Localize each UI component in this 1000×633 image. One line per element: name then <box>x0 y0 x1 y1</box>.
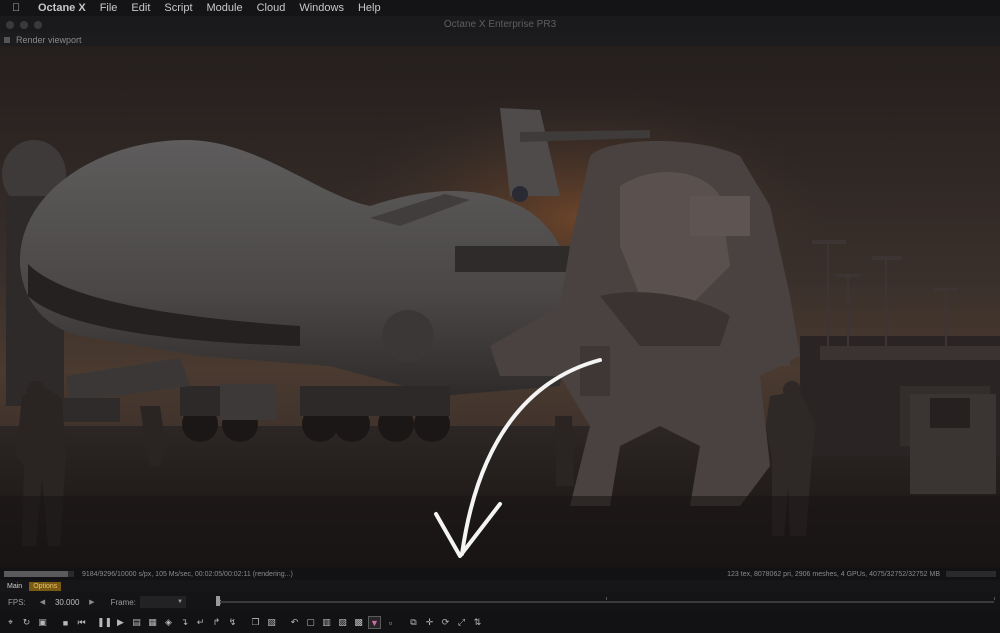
pick-white-balance-icon[interactable]: ↵ <box>194 616 207 629</box>
fps-value[interactable]: 30.000 <box>47 598 87 607</box>
pick-material-icon[interactable]: ↱ <box>210 616 223 629</box>
render-viewport[interactable] <box>0 46 1000 568</box>
frame-label: Frame: <box>110 597 136 607</box>
chevron-down-icon: ▼ <box>176 599 183 605</box>
menu-help[interactable]: Help <box>358 2 381 14</box>
stop-render-icon[interactable]: ■ <box>59 616 72 629</box>
render-stats-right: 123 tex, 8078062 pri, 2906 meshes, 4 GPU… <box>727 570 940 578</box>
decal-wireframe-icon[interactable]: ▨ <box>336 616 349 629</box>
undo-icon[interactable]: ↶ <box>288 616 301 629</box>
menu-cloud[interactable]: Cloud <box>257 2 286 14</box>
tab-options[interactable]: Options <box>29 581 62 591</box>
render-image <box>0 46 1000 568</box>
render-viewport-header: Render viewport <box>0 33 1000 46</box>
panel-title: Render viewport <box>16 34 82 45</box>
copy-to-clipboard-icon[interactable]: ❐ <box>249 616 262 629</box>
timeline-bar: FPS: ◀ 30.000 ▶ Frame: ▼ 0 <box>0 592 1000 612</box>
menu-windows[interactable]: Windows <box>299 2 344 14</box>
recenter-view-icon[interactable]: ⌖ <box>4 616 17 629</box>
fit-view-icon[interactable]: ⤢ <box>455 616 468 629</box>
save-render-icon[interactable]: ▧ <box>265 616 278 629</box>
pick-object-icon[interactable]: ↯ <box>226 616 239 629</box>
menu-module[interactable]: Module <box>207 2 243 14</box>
reset-camera-icon[interactable]: ↻ <box>20 616 33 629</box>
start-render-icon[interactable]: ▶ <box>114 616 127 629</box>
rotate-icon[interactable]: ⟳ <box>439 616 452 629</box>
subsample-icon[interactable]: ▥ <box>320 616 333 629</box>
fps-decrement-icon[interactable]: ◀ <box>40 598 45 606</box>
film-region-icon[interactable]: ▦ <box>146 616 159 629</box>
apple-logo-icon[interactable]:  <box>12 2 26 14</box>
fps-increment-icon[interactable]: ▶ <box>89 598 94 606</box>
tab-main[interactable]: Main <box>3 582 26 591</box>
timeline-track[interactable] <box>218 601 994 603</box>
menu-bar:  Octane X File Edit Script Module Cloud… <box>0 0 1000 16</box>
clay-mode-icon[interactable]: ▢ <box>304 616 317 629</box>
menu-edit[interactable]: Edit <box>131 2 150 14</box>
render-stats-left: 9184/9296/10000 s/px, 105 Ms/sec, 00:02:… <box>82 570 293 578</box>
window-title: Octane X Enterprise PR3 <box>443 19 557 30</box>
render-status-bar: 9184/9296/10000 s/px, 105 Ms/sec, 00:02:… <box>0 568 1000 580</box>
render-progress-bar <box>4 571 74 577</box>
panel-grip-icon[interactable] <box>4 36 10 43</box>
lock-icon[interactable]: ▣ <box>36 616 49 629</box>
region-render-icon[interactable]: ▤ <box>130 616 143 629</box>
render-progress-fill <box>4 571 69 577</box>
axis-gizmo-icon[interactable]: ⇅ <box>471 616 484 629</box>
fps-label: FPS: <box>8 597 26 607</box>
memory-usage-bar <box>946 571 996 577</box>
lock-resolution-icon[interactable]: ▫ <box>384 616 397 629</box>
timeline-tick <box>994 597 995 600</box>
color-channel-icon[interactable]: ▼ <box>368 616 381 629</box>
viewport-tabs: Main Options <box>0 580 1000 592</box>
pause-render-icon[interactable]: ❚❚ <box>97 616 112 629</box>
texture-icon[interactable]: ▩ <box>352 616 365 629</box>
menu-file[interactable]: File <box>100 2 118 14</box>
restart-render-icon[interactable]: ⏮ <box>75 616 88 629</box>
timeline-scrubber[interactable] <box>216 596 220 606</box>
pick-focus-icon[interactable]: ↴ <box>178 616 191 629</box>
menu-app[interactable]: Octane X <box>38 2 86 14</box>
window-title-bar: Octane X Enterprise PR3 <box>0 16 1000 33</box>
timeline-tick <box>606 597 607 600</box>
zoom-icon[interactable]: ⧉ <box>407 616 420 629</box>
color-picker-icon[interactable]: ◈ <box>162 616 175 629</box>
move-icon[interactable]: ✛ <box>423 616 436 629</box>
frame-mode-select[interactable]: ▼ <box>139 596 186 608</box>
menu-script[interactable]: Script <box>164 2 192 14</box>
viewport-toolbar: ⌖ ↻ ▣ ■ ⏮ ❚❚ ▶ ▤ ▦ ◈ ↴ ↵ ↱ ↯ ❐ ▧ ↶ ▢ ▥ ▨ ▩ ▼ ▫ ⧉ ✛ ⟳ ⤢ ⇅ <box>0 612 1000 633</box>
